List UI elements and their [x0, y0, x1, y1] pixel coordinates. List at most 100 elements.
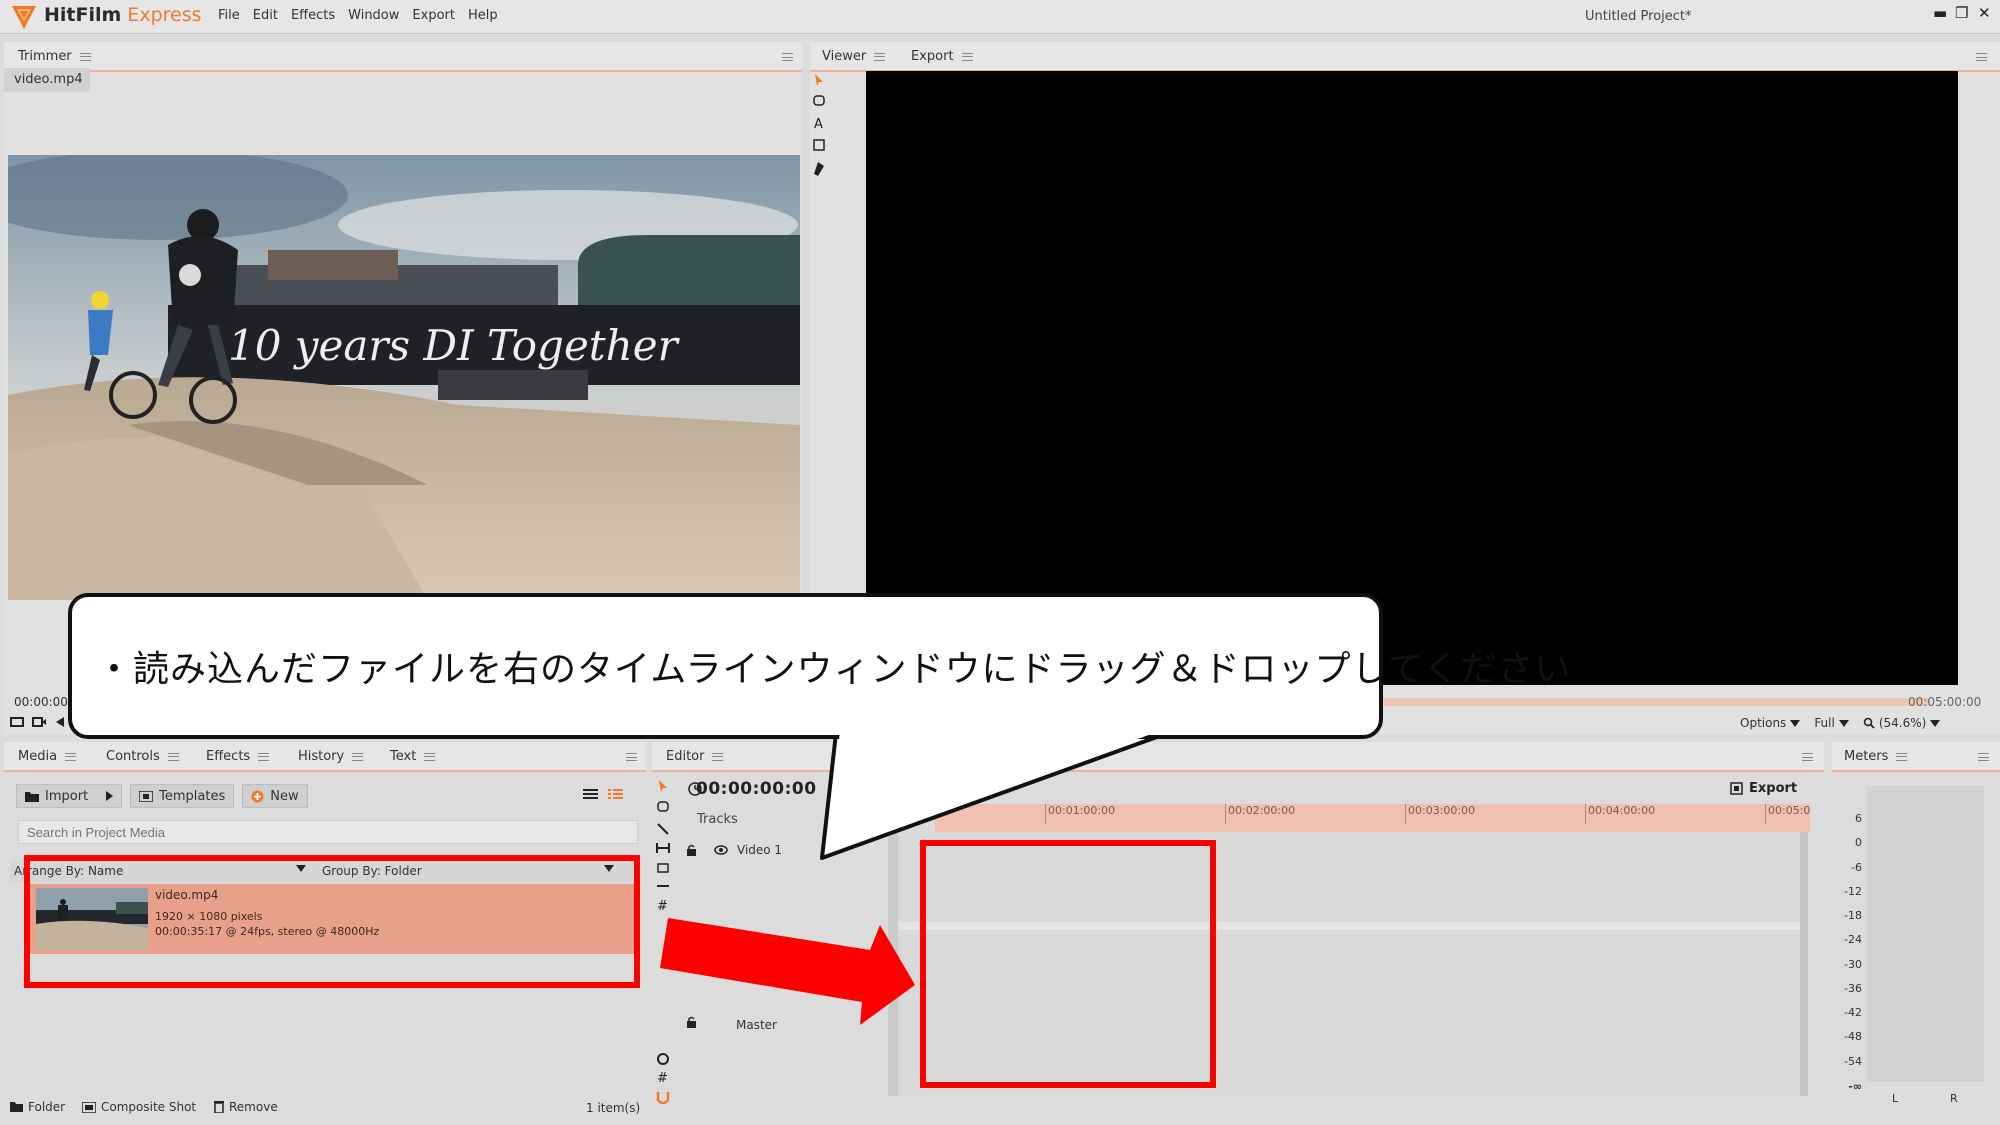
composite-shot-button[interactable]: Composite Shot [82, 1100, 196, 1114]
tab-controls-label: Controls [106, 749, 160, 764]
tab-export-label: Export [911, 49, 954, 64]
pen-tool-icon [814, 162, 824, 176]
panel-menu-icon[interactable] [782, 53, 793, 61]
panel-menu-icon[interactable] [1802, 753, 1813, 761]
loop-icon[interactable] [10, 716, 24, 728]
lock-icon[interactable] [686, 1016, 697, 1028]
magnet-icon [656, 1092, 670, 1105]
eye-icon[interactable] [714, 845, 728, 855]
hand-tool-icon [657, 801, 669, 812]
remove-label: Remove [229, 1100, 278, 1114]
trimmer-tabbar: Trimmer [4, 42, 802, 72]
remove-button[interactable]: Remove [214, 1100, 278, 1114]
svg-text:#: # [657, 1071, 668, 1086]
hamburger-icon[interactable] [961, 52, 973, 61]
tab-editor[interactable]: Editor [666, 749, 724, 764]
select-tool-icon [659, 780, 667, 792]
hand-tool-icon [813, 95, 825, 106]
meter-scale-label: 6 [1855, 812, 1862, 825]
plus-circle-icon [251, 790, 264, 803]
viewer-scrub-bar[interactable] [1380, 698, 1930, 706]
tracks-label: Tracks [697, 812, 738, 827]
hamburger-icon[interactable] [79, 52, 91, 61]
menu-edit[interactable]: Edit [253, 8, 278, 23]
track-divider[interactable] [888, 832, 898, 1096]
timeline-scrollbar[interactable] [1800, 832, 1808, 1096]
trimmer-video-preview: 10 years DI Together [8, 155, 800, 600]
hamburger-icon[interactable] [258, 752, 270, 761]
razor-tool-icon [657, 823, 669, 835]
tab-viewer[interactable]: Viewer [822, 49, 886, 64]
tab-export[interactable]: Export [911, 49, 973, 64]
quality-dropdown[interactable]: Full [1814, 716, 1849, 730]
tab-trimmer[interactable]: Trimmer [18, 49, 91, 64]
editor-timecode[interactable]: 00:00:00:00 [696, 779, 817, 799]
ruler-tick: 00:02:00:00 [1225, 804, 1295, 824]
detail-view-icon[interactable] [608, 788, 623, 800]
meter-scale-label: -54 [1844, 1055, 1862, 1068]
meter-scale-label: -12 [1844, 885, 1862, 898]
roll-edit-icon [657, 863, 669, 873]
tab-effects[interactable]: Effects [206, 749, 270, 764]
templates-button[interactable]: Templates [130, 784, 235, 808]
media-search-input[interactable] [18, 820, 638, 844]
video-track-label: Video 1 [737, 843, 783, 857]
trimmer-controls [10, 716, 68, 728]
hamburger-icon[interactable] [352, 752, 364, 761]
menu-help[interactable]: Help [468, 8, 498, 23]
menu-effects[interactable]: Effects [291, 8, 335, 23]
new-button[interactable]: New [242, 784, 308, 808]
hamburger-icon[interactable] [712, 752, 724, 761]
list-view-icon[interactable] [583, 788, 598, 800]
caret-right-icon[interactable] [106, 791, 114, 801]
editor-export-label: Export [1749, 781, 1798, 796]
hamburger-icon[interactable] [874, 52, 886, 61]
hamburger-icon[interactable] [65, 752, 77, 761]
overlay-icon[interactable] [54, 716, 68, 728]
viewer-toolbar: A [808, 70, 830, 190]
maximize-button[interactable]: ❐ [1955, 4, 1968, 22]
trimmer-file-tab[interactable]: video.mp4 [4, 68, 90, 92]
tab-history[interactable]: History [298, 749, 364, 764]
close-button[interactable]: ✕ [1978, 4, 1991, 22]
snap-grid-icon: # [657, 1071, 668, 1086]
hamburger-icon[interactable] [424, 752, 436, 761]
select-tool-icon [815, 74, 823, 86]
editor-tabbar: Editor [652, 742, 1824, 772]
tab-editor-label: Editor [666, 749, 705, 764]
media-toolbar: Import Templates New [16, 784, 308, 808]
audio-meter-bars [1866, 786, 1984, 1082]
viewer-end-timecode: 00:05:00:00 [1908, 695, 1982, 709]
insert-icon[interactable] [32, 716, 46, 728]
meter-scale-label: -24 [1844, 933, 1862, 946]
hamburger-icon[interactable] [167, 752, 179, 761]
ruler-tick: 00:05:0 [1765, 804, 1810, 824]
options-dropdown[interactable]: Options [1740, 716, 1801, 730]
menu-export[interactable]: Export [412, 8, 455, 23]
meter-scale-label: -48 [1844, 1030, 1862, 1043]
menu-window[interactable]: Window [348, 8, 399, 23]
lock-icon[interactable] [686, 844, 697, 856]
zoom-dropdown[interactable]: (54.6%) [1863, 716, 1941, 730]
trimmer-timecode: 00:00:00 [14, 695, 68, 709]
composite-shot-icon [82, 1101, 96, 1113]
tab-viewer-label: Viewer [822, 49, 867, 64]
menu-file[interactable]: File [218, 8, 240, 23]
viewer-controls: Options Full (54.6%) [1740, 716, 1941, 730]
tab-meters[interactable]: Meters [1844, 749, 1908, 764]
import-label: Import [45, 788, 89, 804]
minimize-button[interactable]: ▬ [1933, 4, 1947, 22]
tab-media[interactable]: Media [18, 749, 77, 764]
panel-menu-icon[interactable] [1978, 753, 1989, 761]
panel-menu-icon[interactable] [1976, 53, 1987, 61]
editor-export-button[interactable]: Export [1730, 781, 1797, 796]
import-button[interactable]: Import [16, 784, 123, 808]
tab-text[interactable]: Text [390, 749, 436, 764]
panel-menu-icon[interactable] [626, 753, 637, 761]
folder-button[interactable]: Folder [10, 1100, 65, 1114]
tab-trimmer-label: Trimmer [18, 49, 72, 64]
tab-controls[interactable]: Controls [106, 749, 179, 764]
hamburger-icon[interactable] [1896, 752, 1908, 761]
timeline-ruler[interactable]: 00:01:00:00 00:02:00:00 00:03:00:00 00:0… [935, 804, 1810, 832]
tab-effects-label: Effects [206, 749, 251, 764]
